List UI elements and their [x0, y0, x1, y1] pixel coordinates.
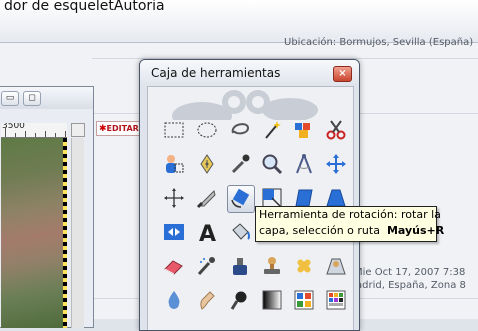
image-window: ▭ ◻ 3500 [0, 86, 94, 328]
layer-boundary [63, 138, 67, 328]
free-select-tool[interactable] [227, 117, 253, 143]
palette-swatch[interactable] [323, 287, 349, 313]
tooltip-line-2: capa, selección o ruta Mayús+R [259, 224, 444, 237]
text-tool[interactable]: A [194, 219, 220, 245]
bucket-fill-tool[interactable] [227, 219, 253, 245]
select-by-color-tool[interactable] [291, 117, 317, 143]
tooltip-text: capa, selección o ruta [259, 224, 380, 237]
zoom-tool[interactable] [259, 151, 285, 177]
align-tool[interactable] [161, 185, 187, 211]
edit-icon: ✱ [99, 124, 107, 134]
wilber-logo-icon [172, 90, 318, 120]
ruler-tick [65, 131, 66, 137]
rect-select-tool[interactable] [161, 117, 187, 143]
rotate-tool-tooltip: Herramienta de rotación: rotar la capa, … [255, 206, 444, 242]
image-canvas[interactable] [1, 138, 63, 328]
minimize-icon: ▭ [5, 93, 15, 103]
ruler-tick [25, 131, 26, 137]
gradient-swatch[interactable] [259, 287, 285, 313]
post-date: Mie Oct 17, 2007 7:38 [354, 267, 466, 278]
page-heading: dor de esqueletAutoria [4, 0, 165, 14]
image-window-titlebar[interactable]: ▭ ◻ [0, 87, 93, 109]
post-location: adrid, España, Zona 8 [356, 280, 466, 291]
flip-tool[interactable] [161, 219, 187, 245]
blur-tool[interactable] [161, 287, 187, 313]
foreground-select-tool[interactable] [161, 151, 187, 177]
fuzzy-select-tool[interactable] [259, 117, 285, 143]
svg-text:A: A [199, 222, 216, 244]
toolbox-titlebar[interactable]: Caja de herramientas × [140, 60, 359, 86]
close-button[interactable]: × [333, 66, 352, 82]
toolbox-title: Caja de herramientas [151, 66, 281, 80]
scissors-tool[interactable] [323, 117, 349, 143]
maximize-button[interactable]: ◻ [23, 91, 41, 106]
horizontal-ruler: 3500 [1, 123, 67, 138]
smudge-tool[interactable] [194, 287, 220, 313]
ruler-tick [5, 127, 6, 137]
ruler-tick [35, 133, 36, 137]
tooltip-shortcut: Mayús+R [386, 224, 445, 237]
crop-tool[interactable] [194, 185, 220, 211]
edit-button[interactable]: ✱EDITAR [96, 121, 144, 136]
clone-tool[interactable] [259, 253, 285, 279]
tooltip-line-1: Herramienta de rotación: rotar la [259, 208, 441, 221]
ruler-tick [45, 131, 46, 137]
maximize-icon: ◻ [28, 93, 36, 103]
ink-tool[interactable] [227, 253, 253, 279]
location-text: Ubicación: Bormujos, Sevilla (España) [284, 37, 474, 48]
ruler-tick [55, 133, 56, 137]
close-icon: × [338, 68, 347, 79]
vertical-scrollbar[interactable] [71, 138, 84, 328]
edit-label: EDITAR [106, 124, 139, 133]
perspective-clone-tool[interactable] [323, 253, 349, 279]
heal-tool[interactable] [291, 253, 317, 279]
ruler-tick [15, 133, 16, 137]
dodge-burn-tool[interactable] [227, 287, 253, 313]
move-tool[interactable] [323, 151, 349, 177]
patterns-swatch[interactable] [291, 287, 317, 313]
airbrush-tool[interactable] [194, 253, 220, 279]
toolbox-window: Caja de herramientas × A [139, 59, 360, 331]
eraser-tool[interactable] [161, 253, 187, 279]
measure-tool[interactable] [291, 151, 317, 177]
navigate-button[interactable] [71, 123, 85, 137]
ellipse-select-tool[interactable] [194, 117, 220, 143]
rotate-tool[interactable] [227, 185, 255, 213]
minimize-button[interactable]: ▭ [1, 91, 19, 106]
color-picker-tool[interactable] [227, 151, 253, 177]
paths-tool[interactable] [194, 151, 220, 177]
